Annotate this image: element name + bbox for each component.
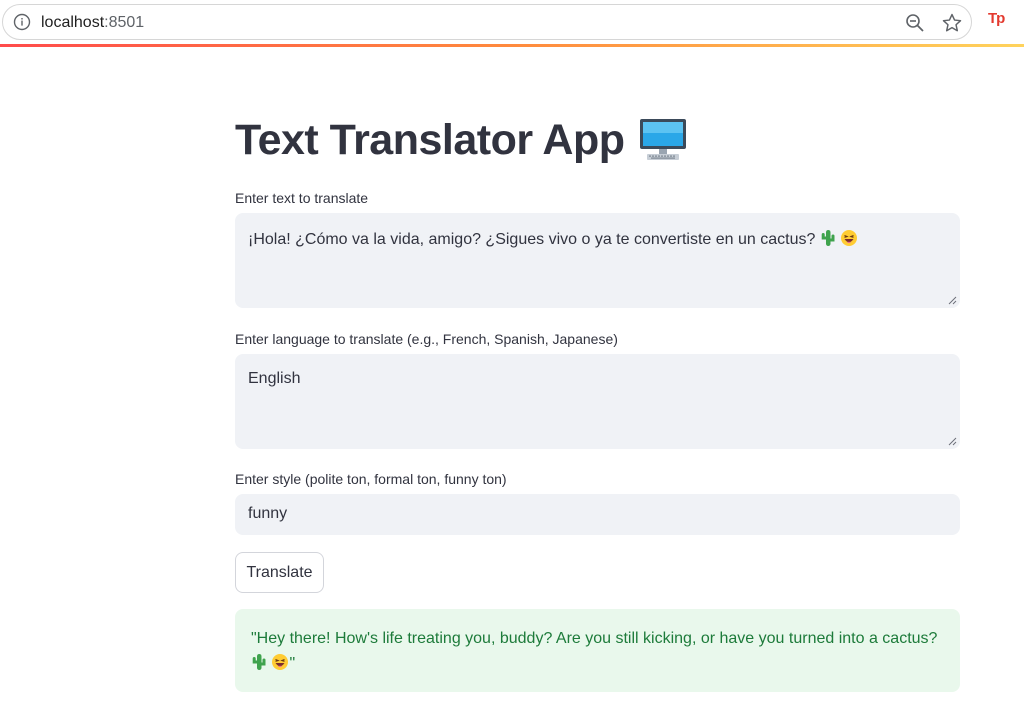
translate-button[interactable]: Translate — [235, 552, 324, 593]
address-bar[interactable]: localhost:8501 — [2, 4, 972, 40]
title-row: Text Translator App — [235, 113, 687, 167]
result-text-main: "Hey there! How's life treating you, bud… — [251, 630, 938, 647]
info-icon[interactable] — [13, 13, 31, 31]
resize-grip-icon[interactable] — [948, 437, 957, 446]
url-host: localhost — [41, 14, 105, 31]
cactus-emoji-icon — [252, 654, 266, 670]
language-value: English — [248, 370, 301, 387]
text-to-translate-value: ¡Hola! ¿Cómo va la vida, amigo? ¿Sigues … — [248, 229, 858, 249]
language-textarea[interactable]: English — [235, 354, 960, 449]
laughing-emoji-icon — [272, 654, 289, 670]
cactus-emoji-icon — [821, 230, 835, 246]
language-label: Enter language to translate (e.g., Frenc… — [235, 331, 618, 347]
style-input[interactable]: funny — [235, 494, 960, 535]
header-decoration-stripe — [0, 44, 1024, 47]
desktop-computer-icon — [639, 119, 686, 160]
resize-grip-icon[interactable] — [948, 296, 957, 305]
zoom-out-icon[interactable] — [905, 13, 925, 33]
page-title: Text Translator App — [235, 116, 625, 164]
url-text[interactable]: localhost:8501 — [41, 14, 144, 32]
result-text-end: " — [289, 655, 296, 672]
text-to-translate-textarea[interactable]: ¡Hola! ¿Cómo va la vida, amigo? ¿Sigues … — [235, 213, 960, 308]
translation-result-alert: "Hey there! How's life treating you, bud… — [235, 609, 960, 692]
style-label: Enter style (polite ton, formal ton, fun… — [235, 471, 507, 487]
url-port: :8501 — [104, 14, 145, 31]
text-to-translate-text: ¡Hola! ¿Cómo va la vida, amigo? ¿Sigues … — [248, 231, 816, 248]
browser-toolbar: localhost:8501 Tp — [0, 0, 1024, 44]
extension-tp-icon[interactable]: Tp — [988, 10, 1005, 27]
text-label: Enter text to translate — [235, 190, 369, 206]
translation-result-text: "Hey there! How's life treating you, bud… — [251, 626, 941, 676]
laughing-emoji-icon — [841, 230, 858, 246]
style-value: funny — [248, 505, 288, 522]
star-icon[interactable] — [941, 12, 963, 34]
